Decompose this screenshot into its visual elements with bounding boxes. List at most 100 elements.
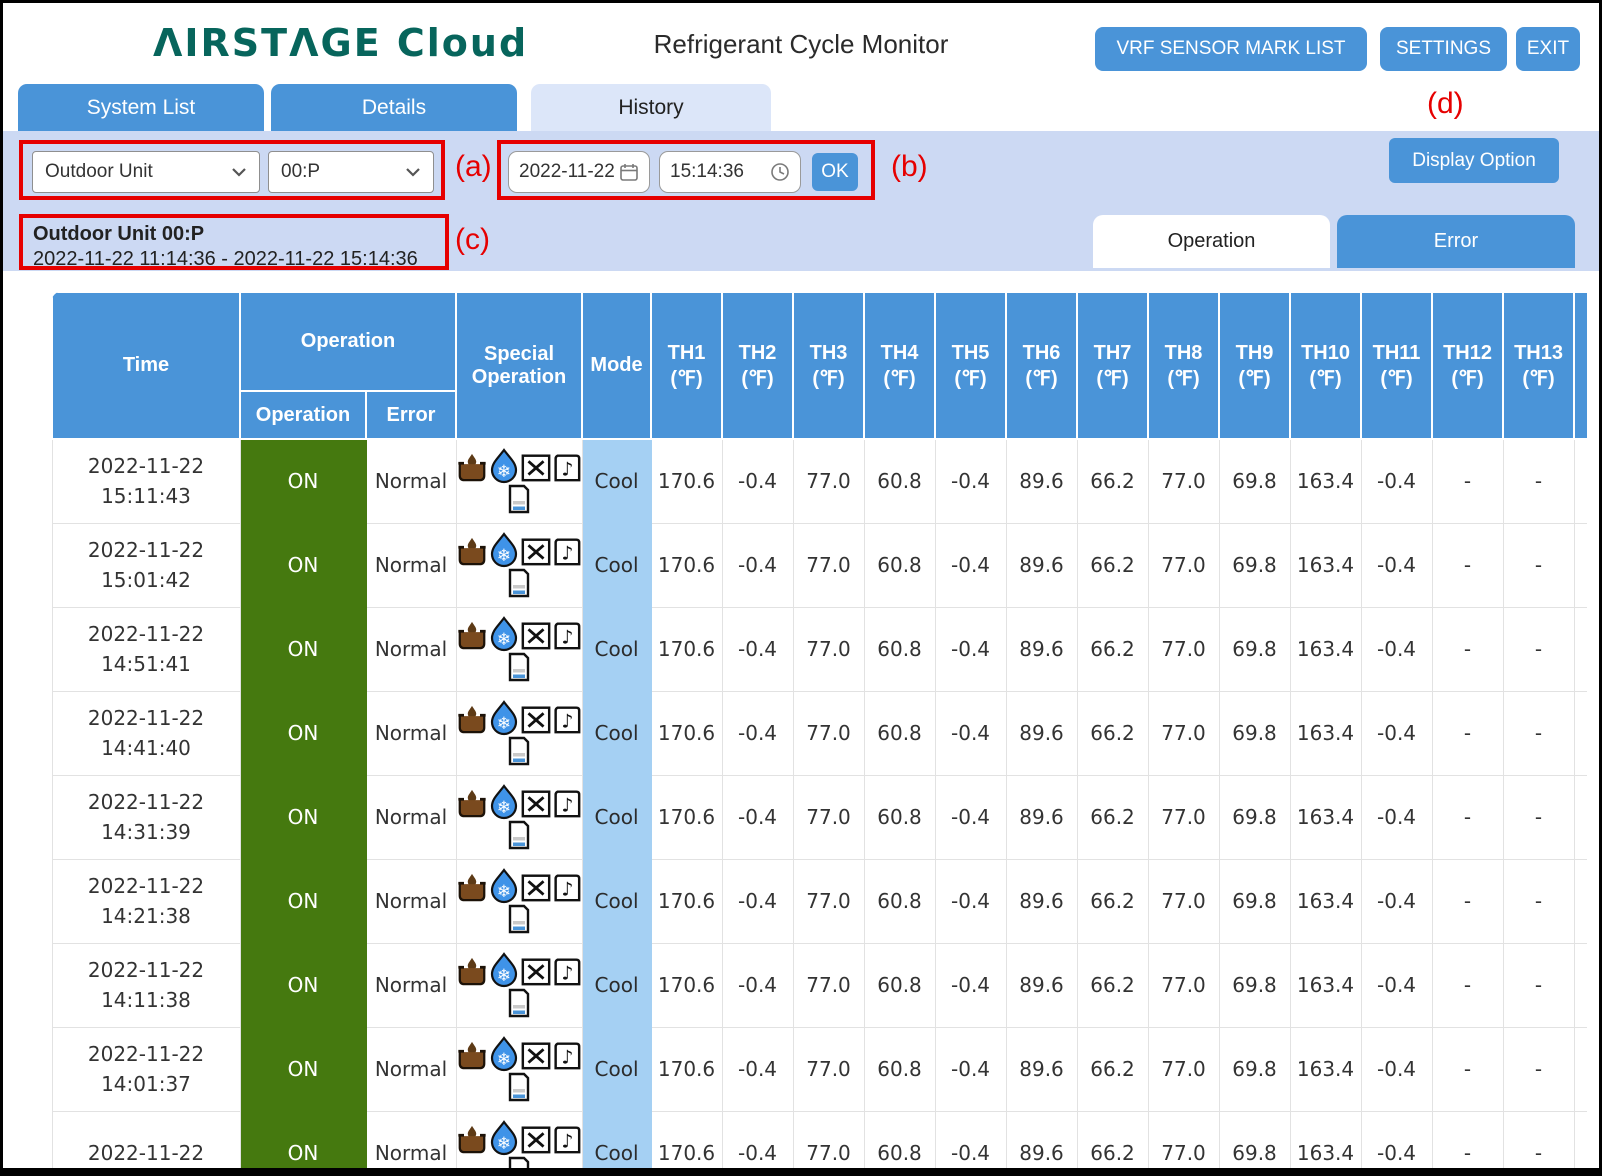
display-option-button[interactable]: Display Option bbox=[1389, 138, 1559, 183]
svg-text:♪: ♪ bbox=[561, 459, 573, 480]
col-header-th6: TH6(℉) bbox=[1006, 292, 1077, 439]
capacity-icon bbox=[504, 1155, 534, 1176]
cell-mode: Cool bbox=[582, 523, 651, 607]
oil-recovery-icon bbox=[456, 1122, 488, 1156]
unit-select[interactable]: 00:P bbox=[268, 151, 434, 193]
cell-th9: 69.8 bbox=[1219, 775, 1290, 859]
time-input[interactable] bbox=[670, 161, 770, 183]
cell-mode: Cool bbox=[582, 1027, 651, 1111]
svg-text:❄: ❄ bbox=[497, 1050, 511, 1070]
exit-button[interactable]: EXIT bbox=[1516, 27, 1580, 71]
freeze-protection-icon: ❄ bbox=[486, 1120, 522, 1158]
cell-th12: - bbox=[1432, 775, 1503, 859]
cell-th9: 69.8 bbox=[1219, 1111, 1290, 1176]
ok-button[interactable]: OK bbox=[812, 153, 858, 191]
cell-th7: 66.2 bbox=[1077, 1111, 1148, 1176]
cell-clipped bbox=[1574, 1111, 1587, 1176]
cell-mode: Cool bbox=[582, 439, 651, 523]
cell-th2: -0.4 bbox=[722, 775, 793, 859]
cell-th3: 77.0 bbox=[793, 1027, 864, 1111]
freeze-protection-icon: ❄ bbox=[486, 532, 522, 570]
settings-button[interactable]: SETTINGS bbox=[1380, 27, 1507, 71]
cell-th6: 89.6 bbox=[1006, 607, 1077, 691]
vrf-sensor-mark-list-button[interactable]: VRF SENSOR MARK LIST bbox=[1095, 27, 1367, 71]
annotation-c: (c) bbox=[455, 223, 490, 257]
cell-th2: -0.4 bbox=[722, 859, 793, 943]
oil-recovery-icon bbox=[456, 534, 488, 568]
cell-th8: 77.0 bbox=[1148, 943, 1219, 1027]
cell-th6: 89.6 bbox=[1006, 1111, 1077, 1176]
cell-special-operation: ❄ ♪ bbox=[456, 943, 582, 1027]
cancel-icon bbox=[520, 870, 552, 904]
cell-th5: -0.4 bbox=[935, 775, 1006, 859]
cell-th4: 60.8 bbox=[864, 523, 935, 607]
tab-system-list[interactable]: System List bbox=[18, 84, 264, 131]
svg-text:❄: ❄ bbox=[497, 630, 511, 650]
cell-time: 2022-11-2215:11:43 bbox=[52, 439, 240, 523]
tab-history[interactable]: History bbox=[531, 84, 771, 131]
cell-clipped bbox=[1574, 859, 1587, 943]
cell-th10: 163.4 bbox=[1290, 859, 1361, 943]
cell-th8: 77.0 bbox=[1148, 775, 1219, 859]
cell-mode: Cool bbox=[582, 691, 651, 775]
cell-th8: 77.0 bbox=[1148, 859, 1219, 943]
freeze-protection-icon: ❄ bbox=[486, 868, 522, 906]
cell-th1: 170.6 bbox=[651, 439, 722, 523]
cell-th2: -0.4 bbox=[722, 523, 793, 607]
table-row: 2022-11-2215:11:43 ON Normal ❄ bbox=[52, 439, 1587, 523]
cell-operation-status: ON bbox=[240, 1027, 366, 1111]
cell-th2: -0.4 bbox=[722, 607, 793, 691]
table-row: 2022-11-2214:11:38 ON Normal ❄ bbox=[52, 943, 1587, 1027]
capacity-icon bbox=[504, 735, 534, 767]
subtab-error[interactable]: Error bbox=[1337, 215, 1575, 268]
cell-operation-status: ON bbox=[240, 775, 366, 859]
cancel-icon bbox=[520, 1122, 552, 1156]
date-input[interactable] bbox=[519, 161, 619, 183]
cell-th4: 60.8 bbox=[864, 859, 935, 943]
table-row: 2022-11-2214:01:37 ON Normal ❄ bbox=[52, 1027, 1587, 1111]
cell-mode: Cool bbox=[582, 943, 651, 1027]
cell-th3: 77.0 bbox=[793, 943, 864, 1027]
clock-icon[interactable] bbox=[770, 162, 790, 182]
cancel-icon bbox=[520, 702, 552, 736]
quiet-mode-icon: ♪ bbox=[550, 786, 582, 820]
col-header-th5: TH5(℉) bbox=[935, 292, 1006, 439]
cell-th13: - bbox=[1503, 859, 1574, 943]
cell-error-status: Normal bbox=[366, 859, 456, 943]
subtab-operation[interactable]: Operation bbox=[1093, 215, 1330, 268]
cell-mode: Cool bbox=[582, 607, 651, 691]
cell-th2: -0.4 bbox=[722, 439, 793, 523]
cell-time: 2022-11-2214:31:39 bbox=[52, 775, 240, 859]
cell-th12: - bbox=[1432, 439, 1503, 523]
col-header-th9: TH9(℉) bbox=[1219, 292, 1290, 439]
cell-th9: 69.8 bbox=[1219, 439, 1290, 523]
cell-th12: - bbox=[1432, 607, 1503, 691]
cell-time: 2022-11-2214:41:40 bbox=[52, 691, 240, 775]
unit-type-select[interactable]: Outdoor Unit bbox=[32, 151, 260, 193]
cell-error-status: Normal bbox=[366, 775, 456, 859]
cell-th4: 60.8 bbox=[864, 943, 935, 1027]
svg-text:♪: ♪ bbox=[561, 795, 573, 816]
quiet-mode-icon: ♪ bbox=[550, 870, 582, 904]
history-table-body: 2022-11-2215:11:43 ON Normal ❄ bbox=[52, 439, 1587, 1176]
cell-th4: 60.8 bbox=[864, 691, 935, 775]
selected-unit-label: Outdoor Unit 00:P bbox=[33, 222, 435, 246]
history-table: Time Operation Special Operation Mode TH… bbox=[51, 291, 1587, 1176]
unit-select-value: 00:P bbox=[281, 161, 320, 183]
capacity-icon bbox=[504, 567, 534, 599]
freeze-protection-icon: ❄ bbox=[486, 700, 522, 738]
calendar-icon[interactable] bbox=[619, 162, 639, 182]
cell-th7: 66.2 bbox=[1077, 523, 1148, 607]
tab-details[interactable]: Details bbox=[271, 84, 517, 131]
cell-clipped bbox=[1574, 691, 1587, 775]
cancel-icon bbox=[520, 534, 552, 568]
chevron-down-icon bbox=[231, 167, 247, 177]
cell-operation-status: ON bbox=[240, 607, 366, 691]
cell-th5: -0.4 bbox=[935, 1111, 1006, 1176]
svg-text:♪: ♪ bbox=[561, 627, 573, 648]
cell-time: 2022-11-2214:11:38 bbox=[52, 943, 240, 1027]
chevron-down-icon bbox=[405, 167, 421, 177]
cell-th3: 77.0 bbox=[793, 1111, 864, 1176]
cell-th8: 77.0 bbox=[1148, 439, 1219, 523]
col-header-operation-group: Operation bbox=[240, 292, 456, 391]
